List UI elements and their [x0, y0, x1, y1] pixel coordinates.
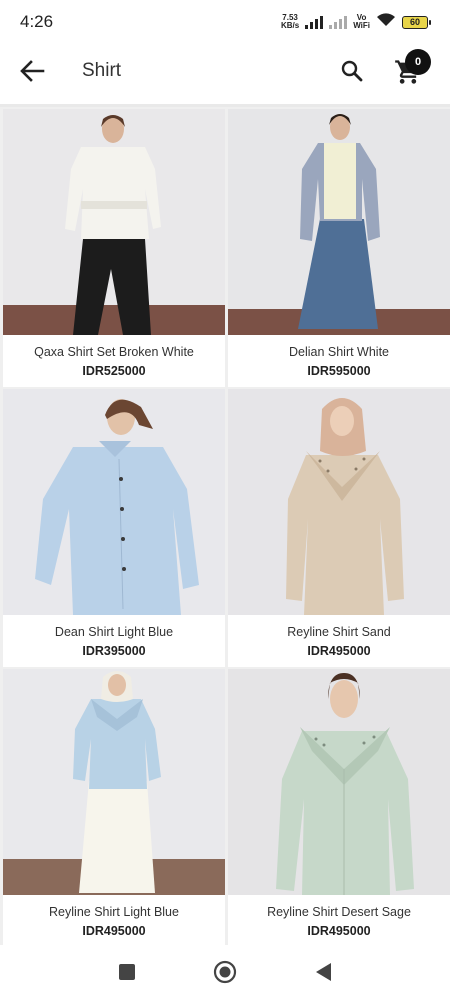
- product-price: IDR525000: [82, 364, 146, 378]
- product-name: Dean Shirt Light Blue: [54, 625, 174, 639]
- product-price: IDR495000: [307, 644, 371, 658]
- wifi-icon: [376, 12, 396, 32]
- square-icon: [118, 963, 136, 986]
- product-name: Reyline Shirt Light Blue: [49, 905, 179, 919]
- app-bar: Shirt: [0, 44, 450, 102]
- nav-back-button[interactable]: [308, 959, 338, 989]
- product-image: [228, 109, 450, 335]
- product-card[interactable]: Reyline Shirt Sand IDR495000: [228, 389, 450, 667]
- battery-icon: 60: [402, 15, 431, 29]
- signal-2-icon: [329, 15, 348, 29]
- product-image: [3, 669, 225, 895]
- page-title: Shirt: [82, 60, 122, 81]
- product-image: [228, 669, 450, 895]
- net-speed-unit: KB/s: [280, 21, 300, 30]
- product-card[interactable]: Reyline Shirt Desert Sage IDR495000: [228, 669, 450, 947]
- recents-button[interactable]: [112, 959, 142, 989]
- status-icons: 7.53 KB/s Vo WiFi 60: [281, 12, 431, 32]
- product-price: IDR495000: [82, 924, 146, 938]
- back-button[interactable]: [14, 55, 50, 91]
- product-name: Reyline Shirt Sand: [287, 625, 391, 639]
- cart-count-badge: 0: [405, 49, 431, 75]
- product-price: IDR395000: [82, 644, 146, 658]
- vowifi-icon: Vo WiFi: [353, 13, 370, 30]
- system-nav-bar: [0, 945, 450, 1000]
- product-name: Reyline Shirt Desert Sage: [267, 905, 411, 919]
- product-price: IDR495000: [307, 924, 371, 938]
- product-card[interactable]: Dean Shirt Light Blue IDR395000: [3, 389, 225, 667]
- product-image: [3, 389, 225, 615]
- circle-home-icon: [213, 960, 237, 989]
- product-name: Delian Shirt White: [288, 345, 390, 359]
- product-image: [228, 389, 450, 615]
- signal-icon: [305, 15, 324, 29]
- home-button[interactable]: [210, 959, 240, 989]
- search-icon: [341, 60, 363, 87]
- product-card[interactable]: Reyline Shirt Light Blue IDR495000: [3, 669, 225, 947]
- arrow-left-icon: [19, 59, 45, 87]
- product-image: [3, 109, 225, 335]
- net-speed: 7.53 KB/s: [281, 14, 299, 30]
- product-name: Qaxa Shirt Set Broken White: [34, 345, 194, 359]
- triangle-back-icon: [314, 962, 332, 987]
- product-grid: Qaxa Shirt Set Broken White IDR525000 De…: [0, 107, 450, 947]
- product-price: IDR595000: [307, 364, 371, 378]
- status-bar: 4:26 7.53 KB/s Vo WiFi 60: [0, 0, 450, 44]
- product-card[interactable]: Qaxa Shirt Set Broken White IDR525000: [3, 109, 225, 387]
- status-time: 4:26: [20, 12, 54, 31]
- product-card[interactable]: Delian Shirt White IDR595000: [228, 109, 450, 387]
- search-button[interactable]: [334, 55, 370, 91]
